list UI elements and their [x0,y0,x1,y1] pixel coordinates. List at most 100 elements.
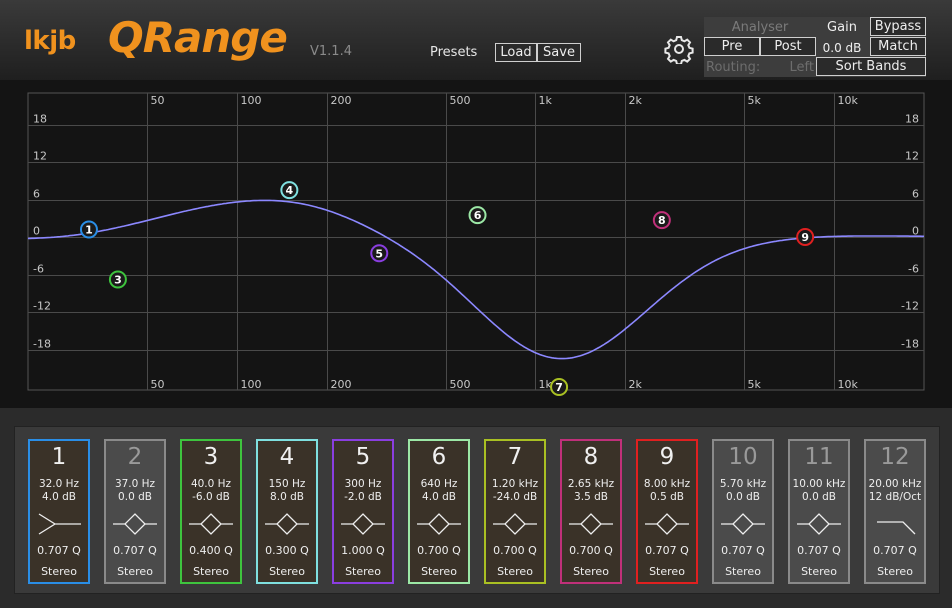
band-strip-9[interactable]: 9 8.00 kHz 0.5 dB 0.707 Q Stereo [636,439,698,584]
band-node-5[interactable]: 5 [370,244,389,263]
band-frequency[interactable]: 20.00 kHz [866,478,924,490]
match-button[interactable]: Match [870,37,926,56]
band-gain[interactable]: 3.5 dB [562,491,620,503]
db-tick-label-left: -12 [33,300,51,313]
routing-value[interactable]: Left [766,58,814,77]
band-strip-6[interactable]: 6 640 Hz 4.0 dB 0.700 Q Stereo [408,439,470,584]
band-node-8[interactable]: 8 [652,211,671,230]
bell-icon[interactable] [493,510,537,538]
band-q-value[interactable]: 0.400 Q [182,544,240,557]
band-q-value[interactable]: 0.707 Q [790,544,848,557]
band-strip-11[interactable]: 11 10.00 kHz 0.0 dB 0.707 Q Stereo [788,439,850,584]
band-frequency[interactable]: 8.00 kHz [638,478,696,490]
analyser-post-button[interactable]: Post [760,37,816,56]
band-node-label: 4 [286,184,294,197]
band-frequency[interactable]: 10.00 kHz [790,478,848,490]
band-channel-mode[interactable]: Stereo [30,565,88,578]
bell-icon[interactable] [417,510,461,538]
band-frequency[interactable]: 2.65 kHz [562,478,620,490]
save-preset-button[interactable]: Save [537,43,581,62]
band-channel-mode[interactable]: Stereo [486,565,544,578]
band-number: 11 [804,444,834,470]
band-strip-12[interactable]: 12 20.00 kHz 12 dB/Oct 0.707 Q Stereo [864,439,926,584]
band-q-value[interactable]: 0.700 Q [562,544,620,557]
band-channel-mode[interactable]: Stereo [182,565,240,578]
band-gain[interactable]: 0.5 dB [638,491,696,503]
band-frequency[interactable]: 150 Hz [258,478,316,490]
band-frequency[interactable]: 640 Hz [410,478,468,490]
sort-bands-button[interactable]: Sort Bands [816,57,926,76]
band-frequency[interactable]: 32.0 Hz [30,478,88,490]
band-channel-mode[interactable]: Stereo [714,565,772,578]
band-node-9[interactable]: 9 [796,228,815,246]
bell-icon[interactable] [645,510,689,538]
band-channel-mode[interactable]: Stereo [334,565,392,578]
db-tick-label-left: 18 [33,113,47,126]
band-number: 5 [355,444,371,470]
band-channel-mode[interactable]: Stereo [866,565,924,578]
band-q-value[interactable]: 0.707 Q [106,544,164,557]
band-strip-4[interactable]: 4 150 Hz 8.0 dB 0.300 Q Stereo [256,439,318,584]
lowcut-icon[interactable] [37,510,81,538]
bypass-button[interactable]: Bypass [870,17,926,36]
band-gain[interactable]: -24.0 dB [486,491,544,503]
band-node-label: 3 [114,274,122,287]
analyser-pre-button[interactable]: Pre [704,37,760,56]
band-q-value[interactable]: 0.707 Q [866,544,924,557]
band-frequency[interactable]: 1.20 kHz [486,478,544,490]
band-strip-5[interactable]: 5 300 Hz -2.0 dB 1.000 Q Stereo [332,439,394,584]
freq-tick-label-top: 200 [331,94,352,107]
band-node-3[interactable]: 3 [108,270,127,289]
bell-icon[interactable] [265,510,309,538]
band-q-value[interactable]: 0.700 Q [410,544,468,557]
gain-value[interactable]: 0.0 dB [816,38,868,57]
band-gain[interactable]: 4.0 dB [30,491,88,503]
bell-icon[interactable] [341,510,385,538]
band-node-label: 8 [658,214,666,227]
band-frequency[interactable]: 300 Hz [334,478,392,490]
bell-icon[interactable] [113,510,157,538]
bell-icon[interactable] [189,510,233,538]
gear-icon[interactable] [664,34,694,64]
load-preset-button[interactable]: Load [495,43,537,62]
band-strip-2[interactable]: 2 37.0 Hz 0.0 dB 0.707 Q Stereo [104,439,166,584]
band-gain[interactable]: 4.0 dB [410,491,468,503]
bell-icon[interactable] [797,510,841,538]
bell-icon[interactable] [569,510,613,538]
band-channel-mode[interactable]: Stereo [106,565,164,578]
band-q-value[interactable]: 0.707 Q [30,544,88,557]
band-gain[interactable]: 0.0 dB [106,491,164,503]
band-channel-mode[interactable]: Stereo [790,565,848,578]
band-gain[interactable]: -2.0 dB [334,491,392,503]
band-gain[interactable]: 8.0 dB [258,491,316,503]
band-gain[interactable]: 0.0 dB [790,491,848,503]
band-channel-mode[interactable]: Stereo [638,565,696,578]
band-q-value[interactable]: 1.000 Q [334,544,392,557]
band-node-label: 5 [375,247,383,260]
highcut-icon[interactable] [873,510,917,538]
band-channel-mode[interactable]: Stereo [562,565,620,578]
band-strip-3[interactable]: 3 40.0 Hz -6.0 dB 0.400 Q Stereo [180,439,242,584]
band-gain[interactable]: -6.0 dB [182,491,240,503]
band-channel-mode[interactable]: Stereo [410,565,468,578]
band-gain[interactable]: 12 dB/Oct [866,491,924,503]
band-q-value[interactable]: 0.700 Q [486,544,544,557]
band-strip-10[interactable]: 10 5.70 kHz 0.0 dB 0.707 Q Stereo [712,439,774,584]
eq-graph[interactable]: 50501001002002005005001k1k2k2k5k5k10k10k… [0,80,952,408]
band-q-value[interactable]: 0.707 Q [638,544,696,557]
band-q-value[interactable]: 0.707 Q [714,544,772,557]
band-frequency[interactable]: 37.0 Hz [106,478,164,490]
band-frequency[interactable]: 40.0 Hz [182,478,240,490]
bell-icon[interactable] [721,510,765,538]
band-node-1[interactable]: 1 [79,220,98,239]
band-strip-7[interactable]: 7 1.20 kHz -24.0 dB 0.700 Q Stereo [484,439,546,584]
band-node-7[interactable]: 7 [550,378,569,396]
band-q-value[interactable]: 0.300 Q [258,544,316,557]
band-node-4[interactable]: 4 [280,181,299,200]
band-frequency[interactable]: 5.70 kHz [714,478,772,490]
band-node-6[interactable]: 6 [468,206,487,225]
band-strip-1[interactable]: 1 32.0 Hz 4.0 dB 0.707 Q Stereo [28,439,90,584]
band-strip-8[interactable]: 8 2.65 kHz 3.5 dB 0.700 Q Stereo [560,439,622,584]
band-gain[interactable]: 0.0 dB [714,491,772,503]
band-channel-mode[interactable]: Stereo [258,565,316,578]
